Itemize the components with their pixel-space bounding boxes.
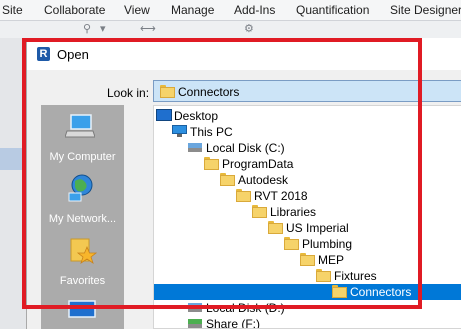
menu-add-ins[interactable]: Add-Ins <box>234 3 275 17</box>
ribbon-menubar: Site Collaborate View Manage Add-Ins Qua… <box>0 0 461 21</box>
menu-site-designer[interactable]: Site Designer <box>390 3 461 17</box>
toolbar-strip: ⚲ ▾ ⟷ ⚙ <box>0 21 461 38</box>
menu-quantification[interactable]: Quantification <box>296 3 369 17</box>
menu-manage[interactable]: Manage <box>171 3 214 17</box>
menu-view[interactable]: View <box>124 3 150 17</box>
annotation-frame <box>22 38 422 309</box>
settings-icon[interactable]: ⚙ <box>244 22 254 35</box>
tree-item-label: Share (F:) <box>206 317 261 329</box>
menu-site[interactable]: Site <box>2 3 23 17</box>
arrow-icon[interactable]: ⟷ <box>140 22 156 35</box>
menu-collaborate[interactable]: Collaborate <box>44 3 105 17</box>
search-icon[interactable]: ⚲ <box>83 22 91 35</box>
chevron-down-icon[interactable]: ▾ <box>100 22 106 35</box>
tree-item[interactable]: Share (F:) <box>154 316 461 329</box>
network-drive-icon <box>188 317 202 328</box>
